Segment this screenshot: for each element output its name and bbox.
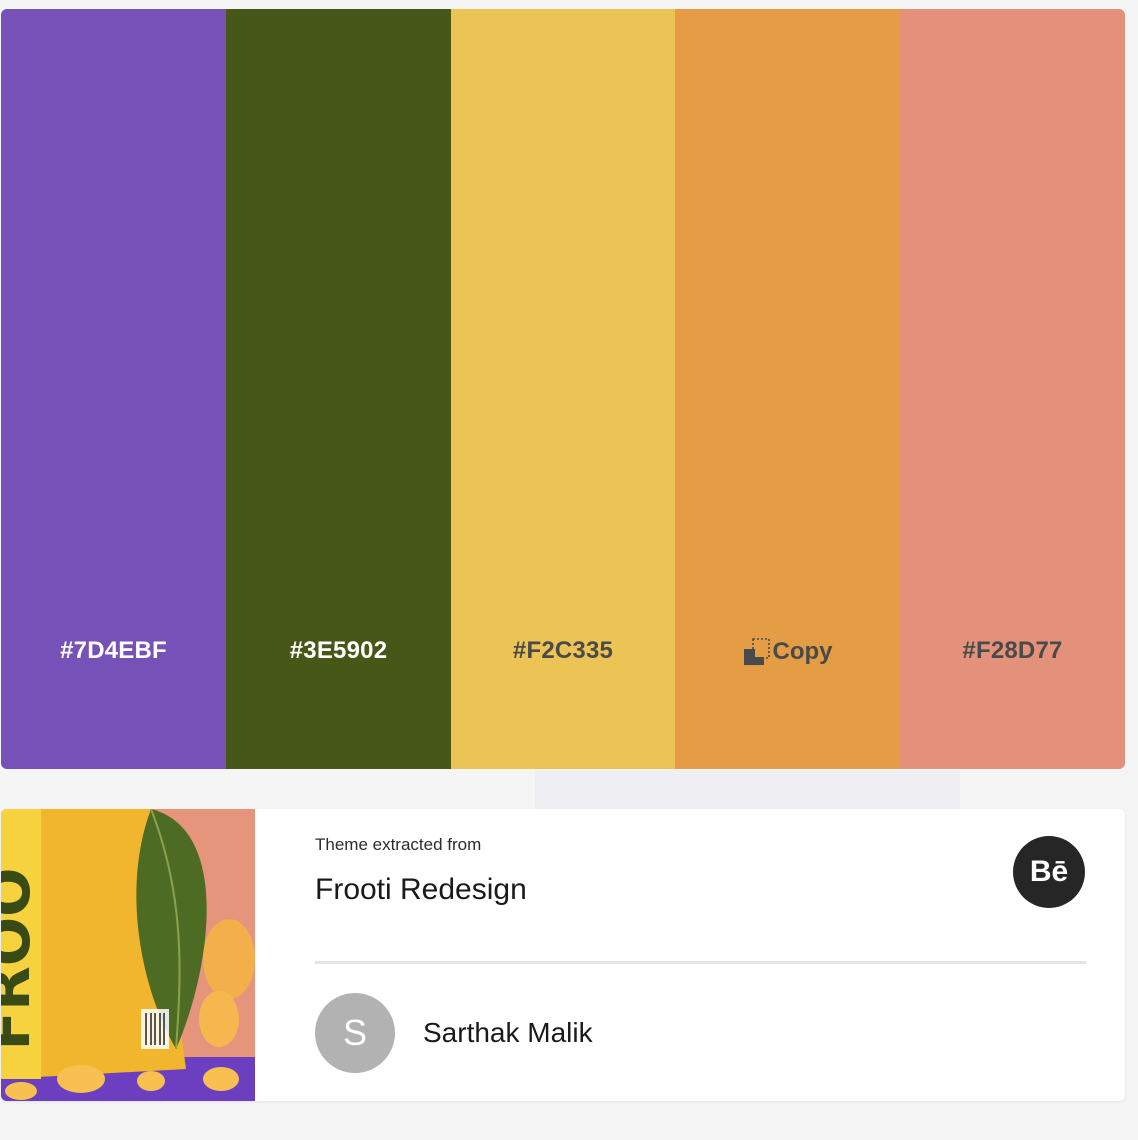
theme-source-card: FROO Theme extracted from Frooti Redesig… bbox=[1, 809, 1125, 1101]
swatch-hex-label: #3E5902 bbox=[289, 637, 388, 664]
color-palette: #7D4EBF #3E5902 #F2C335 Copy #F28D77 bbox=[1, 9, 1125, 769]
swatch-5[interactable]: #F28D77 bbox=[900, 9, 1125, 769]
copy-label: Copy bbox=[772, 638, 833, 665]
author-name-link[interactable]: Sarthak Malik bbox=[423, 1017, 593, 1049]
extracted-from-label: Theme extracted from bbox=[315, 835, 482, 854]
frooti-product-image: FROO bbox=[1, 809, 255, 1101]
project-thumbnail[interactable]: FROO bbox=[1, 809, 255, 1101]
swatch-hex-label: #7D4EBF bbox=[60, 637, 167, 664]
project-title-link[interactable]: Frooti Redesign bbox=[315, 873, 527, 907]
swatch-hex-label: #F28D77 bbox=[962, 637, 1063, 664]
background-strip bbox=[535, 770, 960, 810]
swatch-1[interactable]: #7D4EBF bbox=[1, 9, 226, 769]
swatch-4[interactable]: Copy bbox=[675, 9, 900, 769]
avatar[interactable]: S bbox=[315, 993, 395, 1073]
swatch-hex-label: #F2C335 bbox=[512, 637, 614, 664]
swatch-3[interactable]: #F2C335 bbox=[451, 9, 675, 769]
behance-label: Bē bbox=[1029, 855, 1069, 888]
divider bbox=[315, 961, 1086, 964]
copy-button[interactable]: Copy bbox=[675, 637, 900, 667]
svg-text:FROO: FROO bbox=[1, 868, 43, 1051]
behance-icon[interactable]: Bē bbox=[1013, 836, 1085, 908]
avatar-initial: S bbox=[342, 1012, 367, 1053]
swatch-2[interactable]: #3E5902 bbox=[226, 9, 451, 769]
copy-icon bbox=[743, 638, 770, 665]
